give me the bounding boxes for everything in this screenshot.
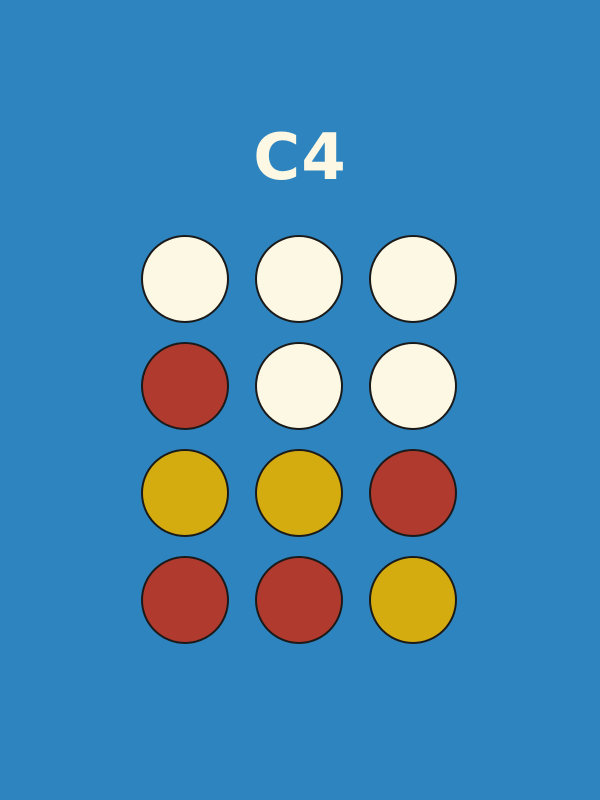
board-cell-r3-c3-red[interactable] — [369, 449, 457, 537]
board-cell-r4-c3-yellow[interactable] — [369, 556, 457, 644]
board-cell-r3-c2-yellow[interactable] — [255, 449, 343, 537]
game-title: C4 — [253, 121, 347, 195]
board-cell-r2-c3-empty[interactable] — [369, 342, 457, 430]
board-cell-r4-c1-red[interactable] — [141, 556, 229, 644]
board-cell-r2-c2-empty[interactable] — [255, 342, 343, 430]
game-board — [141, 235, 457, 645]
board-cell-r3-c1-yellow[interactable] — [141, 449, 229, 537]
board-cell-r4-c2-red[interactable] — [255, 556, 343, 644]
board-cell-r2-c1-red[interactable] — [141, 342, 229, 430]
board-cell-r1-c2-empty[interactable] — [255, 235, 343, 323]
board-cell-r1-c1-empty[interactable] — [141, 235, 229, 323]
board-cell-r1-c3-empty[interactable] — [369, 235, 457, 323]
